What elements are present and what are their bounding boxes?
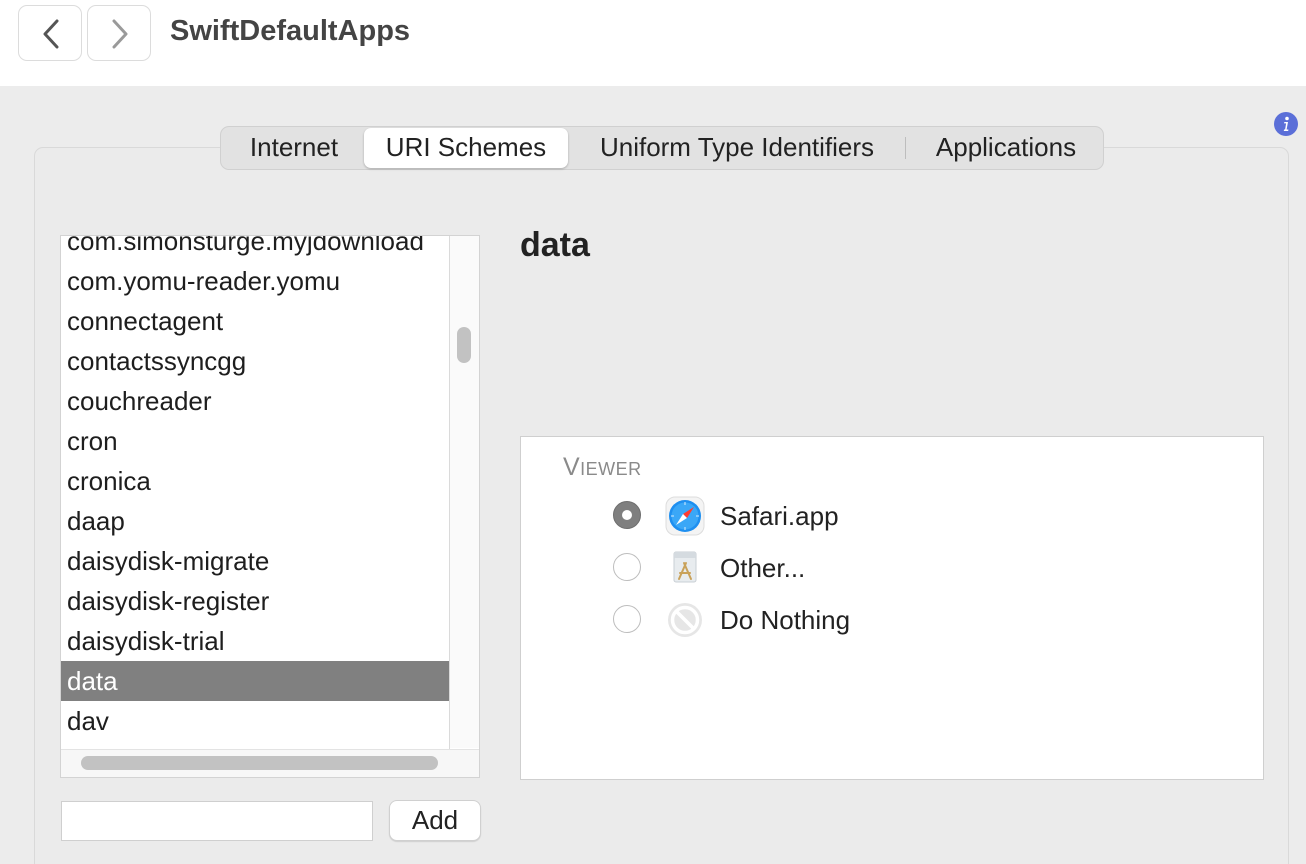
- window-title: SwiftDefaultApps: [170, 15, 411, 47]
- list-item[interactable]: com.simonsturge.myjdownload: [61, 236, 449, 261]
- tab-divider: [905, 137, 906, 159]
- list-item[interactable]: daisydisk-trial: [61, 621, 449, 661]
- scheme-title: data: [520, 226, 590, 264]
- list-item[interactable]: daap: [61, 501, 449, 541]
- vertical-scrollbar[interactable]: [450, 236, 479, 748]
- list-item[interactable]: com.yomu-reader.yomu: [61, 261, 449, 301]
- radio-button[interactable]: [613, 501, 641, 529]
- radio-button[interactable]: [613, 553, 641, 581]
- back-button[interactable]: [18, 5, 82, 61]
- list-item[interactable]: dav: [61, 701, 449, 741]
- window-toolbar: SwiftDefaultApps: [0, 0, 1306, 86]
- list-item[interactable]: cron: [61, 421, 449, 461]
- tab-uniform-type-identifiers[interactable]: Uniform Type Identifiers: [579, 127, 895, 169]
- viewer-heading: Viewer: [563, 453, 642, 481]
- option-safari[interactable]: Safari.app: [613, 494, 1013, 538]
- tab-bar: Internet URI Schemes Uniform Type Identi…: [220, 126, 1104, 170]
- viewer-group: Viewer Safari.app Other... Do Nothing: [520, 436, 1264, 780]
- scheme-list[interactable]: com.simonsturge.myjdownload com.yomu-rea…: [60, 235, 480, 778]
- safari-icon: [665, 496, 705, 536]
- vertical-scroll-thumb[interactable]: [457, 327, 471, 363]
- option-label: Safari.app: [720, 501, 839, 531]
- add-button[interactable]: Add: [389, 800, 481, 841]
- horizontal-scroll-thumb[interactable]: [81, 756, 438, 770]
- chevron-left-icon: [43, 19, 59, 49]
- tab-internet[interactable]: Internet: [227, 127, 361, 169]
- forward-button[interactable]: [87, 5, 151, 61]
- list-item[interactable]: couchreader: [61, 381, 449, 421]
- list-item[interactable]: contactssyncgg: [61, 341, 449, 381]
- option-label: Other...: [720, 553, 806, 583]
- tab-uri-schemes[interactable]: URI Schemes: [364, 128, 568, 168]
- option-do-nothing[interactable]: Do Nothing: [613, 598, 1013, 642]
- option-label: Do Nothing: [720, 605, 851, 635]
- list-item[interactable]: daisydisk-migrate: [61, 541, 449, 581]
- option-other[interactable]: Other...: [613, 546, 1013, 590]
- list-item[interactable]: daisydisk-register: [61, 581, 449, 621]
- radio-button[interactable]: [613, 605, 641, 633]
- scheme-list-items: com.simonsturge.myjdownload com.yomu-rea…: [61, 236, 449, 741]
- app-store-icon: [673, 551, 697, 583]
- list-item[interactable]: data: [61, 661, 449, 701]
- chevron-right-icon: [112, 19, 128, 49]
- list-item[interactable]: connectagent: [61, 301, 449, 341]
- new-scheme-input[interactable]: [61, 801, 373, 841]
- tab-applications[interactable]: Applications: [915, 127, 1097, 169]
- list-item[interactable]: cronica: [61, 461, 449, 501]
- prohibited-icon: [668, 603, 702, 637]
- info-icon[interactable]: [1273, 111, 1299, 137]
